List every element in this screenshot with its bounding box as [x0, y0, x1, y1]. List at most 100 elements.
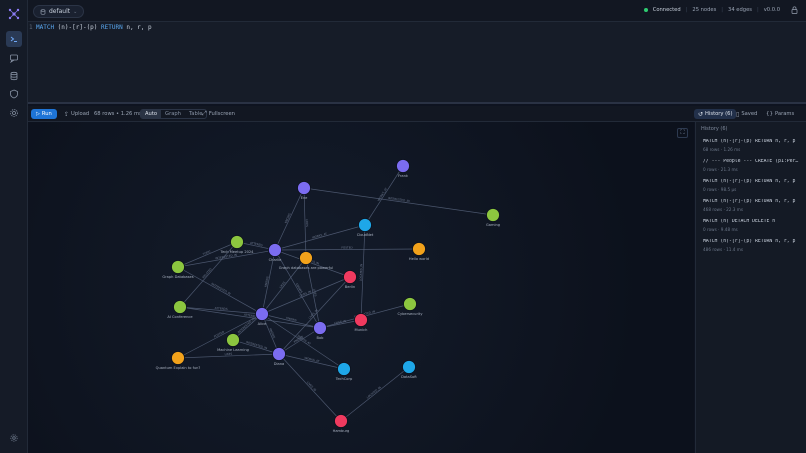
node-label: Quantum Explain to fun? — [156, 366, 201, 370]
node-circle[interactable] — [268, 243, 282, 257]
history-item[interactable]: MATCH (n) DETACH DELETE n 0 rows · 9.48 m… — [696, 216, 806, 236]
history-meta: 0 rows · 21.3 ms — [703, 167, 738, 172]
node-circle[interactable] — [486, 208, 500, 222]
graph-node-hello[interactable]: Hello world — [409, 242, 429, 262]
query-text[interactable]: MATCH (n)-[r]-(p) RETURN n, r, p — [36, 24, 152, 31]
node-label: Berlin — [345, 285, 355, 289]
node-circle[interactable] — [173, 300, 187, 314]
edge-label: LOCATED_IN — [359, 264, 364, 281]
graph-node-alice[interactable]: Alice — [255, 307, 269, 327]
saved-tab[interactable]: ▯ Saved — [736, 109, 757, 119]
node-circle[interactable] — [255, 307, 269, 321]
node-circle[interactable] — [358, 218, 372, 232]
graph-edge[interactable]: WORKS_AT — [261, 313, 345, 370]
node-circle[interactable] — [313, 321, 327, 335]
graph-edge[interactable]: LIKES — [177, 352, 280, 359]
terminal-icon[interactable] — [6, 31, 22, 47]
node-circle[interactable] — [354, 313, 368, 327]
graph-edge[interactable]: INTERESTED_IN — [303, 187, 494, 216]
upload-button[interactable]: ⇪ Upload — [64, 109, 89, 119]
run-button[interactable]: ▷ Run — [31, 109, 57, 119]
mode-graph[interactable]: Graph — [161, 110, 185, 118]
params-tab[interactable]: {} Params — [766, 109, 794, 119]
graph-node-frank[interactable]: Frank — [396, 159, 410, 179]
fit-view-button[interactable]: ⛶ — [677, 128, 688, 138]
history-icon: ↺ — [698, 110, 704, 118]
fullscreen-button[interactable]: ⤢ Fullscreen — [202, 109, 235, 119]
history-item[interactable]: MATCH (n)-[r]-(p) RETURN n, r, p 468 rows… — [696, 196, 806, 216]
history-item[interactable]: MATCH (n)-[r]-(p) RETURN n, r, p 486 rows… — [696, 236, 806, 256]
expand-icon: ⤢ — [202, 110, 207, 117]
lock-icon[interactable] — [791, 6, 798, 14]
database-icon-small — [40, 8, 46, 15]
graph-node-quantum[interactable]: Quantum Explain to fun? — [156, 351, 201, 371]
graph-node-hamburg[interactable]: Hamburg — [333, 414, 350, 434]
graph-node-charlie[interactable]: Charlie — [268, 243, 283, 263]
graph-canvas[interactable]: WORKS_AT INTERESTED_IN KNOWS LIKES WORKS_AT L… — [28, 122, 694, 453]
history-item[interactable]: MATCH (n)-[r]-(p) RETURN n, r, p 68 rows … — [696, 136, 806, 156]
gear-icon[interactable] — [6, 105, 22, 121]
params-tab-label: Params — [775, 111, 795, 117]
node-label: Graph databases are powerful — [279, 266, 333, 270]
node-circle[interactable] — [396, 159, 410, 173]
history-tab[interactable]: ↺ History (6) — [694, 109, 737, 119]
graph-node-ml[interactable]: Machine Learning — [217, 333, 249, 353]
node-circle[interactable] — [334, 414, 348, 428]
node-circle[interactable] — [403, 297, 417, 311]
node-label: AI Conference — [167, 315, 193, 319]
graph-node-berlin[interactable]: Berlin — [343, 270, 357, 290]
node-circle[interactable] — [299, 251, 313, 265]
node-label: Alice — [258, 322, 267, 326]
node-circle[interactable] — [402, 360, 416, 374]
history-item[interactable]: // --- People --- CREATE (p1:Per… 0 rows … — [696, 156, 806, 176]
graph-edge[interactable]: POSTED — [274, 245, 420, 251]
database-selector[interactable]: default ⌄ — [33, 5, 85, 18]
graph-edge[interactable]: LIVES_IN — [274, 249, 351, 278]
query-editor[interactable]: 1 MATCH (n)-[r]-(p) RETURN n, r, p — [28, 22, 806, 104]
graph-node-bob[interactable]: Bob — [313, 321, 327, 341]
node-circle[interactable] — [297, 181, 311, 195]
shield-icon[interactable] — [6, 86, 22, 102]
graph-edge[interactable]: LOCATED_IN — [359, 224, 366, 321]
fit-view-icon: ⛶ — [680, 129, 685, 136]
graph-node-techcorp[interactable]: TechCorp — [335, 362, 353, 382]
settings-icon[interactable] — [6, 430, 22, 446]
chat-icon[interactable] — [6, 50, 22, 66]
edge-label: LIVES_IN — [306, 380, 317, 392]
node-label: Gaming — [486, 223, 500, 227]
node-circle[interactable] — [343, 270, 357, 284]
node-circle[interactable] — [272, 347, 286, 361]
graph-node-cloudnet[interactable]: CloudNet — [357, 218, 374, 238]
history-item[interactable]: MATCH (n)-[r]-(p) RETURN n, r, p 0 rows ·… — [696, 176, 806, 196]
database-icon[interactable] — [6, 68, 22, 84]
node-circle[interactable] — [171, 351, 185, 365]
edge-line — [303, 187, 494, 216]
graph-edge[interactable]: LIVES_IN — [278, 353, 342, 422]
graph-node-datasoft[interactable]: DataSoft — [401, 360, 417, 380]
edge-label: LIKES — [224, 352, 232, 356]
node-circle[interactable] — [337, 362, 351, 376]
graph-edge[interactable]: LIVES_IN — [261, 276, 351, 315]
graph-svg[interactable]: WORKS_AT INTERESTED_INKNOWS LIKESWORKS_ATL… — [28, 122, 694, 453]
history-meta: 468 rows · 22.3 ms — [703, 207, 744, 212]
graph-node-graphdatabases[interactable]: Graph Databases — [162, 260, 194, 280]
graph-node-munich[interactable]: Munich — [354, 313, 368, 333]
network-logo-icon[interactable] — [6, 6, 22, 22]
edge-label: LOCATED_IN — [366, 385, 382, 399]
graph-node-cyber[interactable]: Cybersecurity — [398, 297, 424, 317]
result-info-text: 68 rows • 1.26 ms — [94, 111, 142, 117]
node-circle[interactable] — [171, 260, 185, 274]
query-keyword-return: RETURN — [101, 24, 123, 31]
graph-edge[interactable]: WORKS_AT — [278, 353, 345, 370]
history-query: MATCH (n)-[r]-(p) RETURN n, r, p — [703, 139, 796, 144]
node-circle[interactable] — [230, 235, 244, 249]
graph-edge[interactable]: KNOWS — [274, 187, 305, 251]
mode-auto[interactable]: Auto — [141, 110, 162, 118]
graph-node-diana[interactable]: Diana — [272, 347, 286, 367]
node-circle[interactable] — [226, 333, 240, 347]
history-meta: 0 rows · 98.5 µs — [703, 187, 737, 192]
graph-node-ai[interactable]: AI Conference — [167, 300, 193, 320]
node-circle[interactable] — [412, 242, 426, 256]
graph-node-gaming[interactable]: Gaming — [486, 208, 500, 228]
graph-edge[interactable]: LOCATED_IN — [340, 366, 410, 422]
